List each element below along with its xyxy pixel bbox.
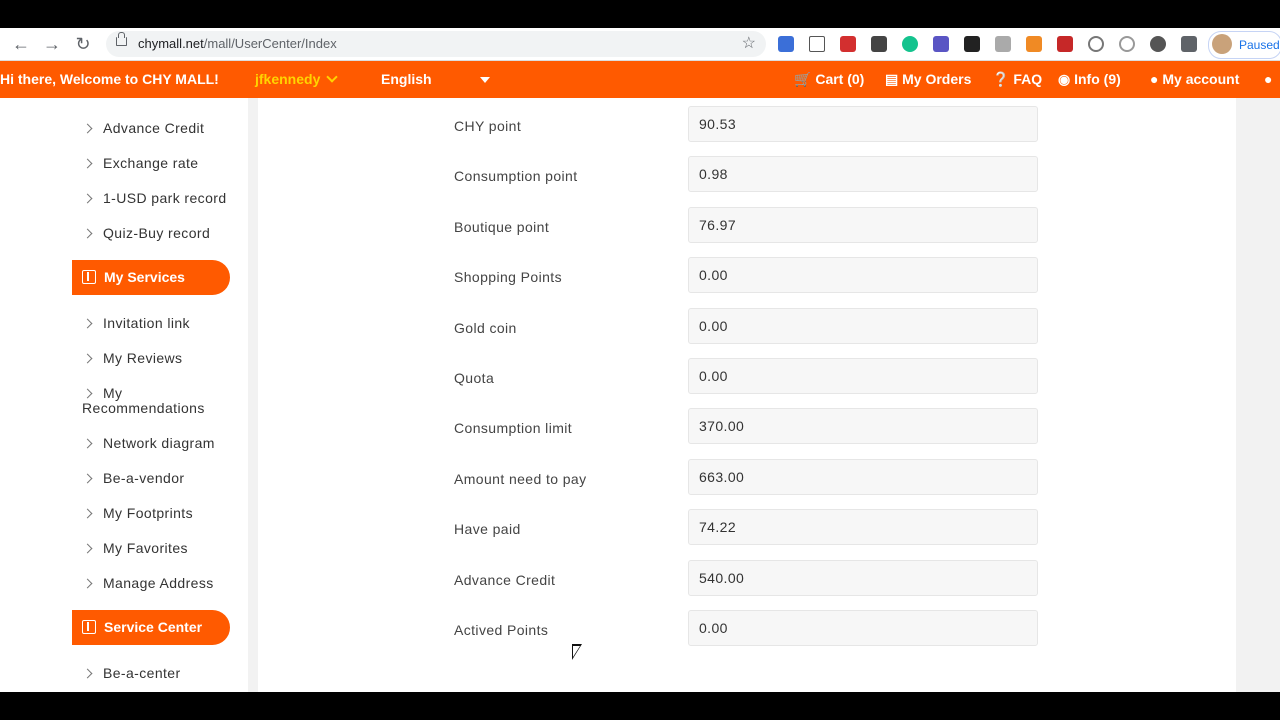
metamask-icon[interactable] (1026, 36, 1042, 52)
quota-field[interactable] (688, 358, 1038, 394)
sidebar-item-my-favorites[interactable]: My Favorites (82, 540, 188, 556)
back-icon[interactable]: ← (9, 32, 33, 56)
points-label: CHY point (454, 118, 522, 134)
chevron-right-icon (82, 318, 93, 329)
sidebar-item-usd-park-record[interactable]: 1-USD park record (82, 190, 227, 206)
sidebar-item-be-a-center[interactable]: Be-a-center (82, 665, 181, 681)
forward-icon[interactable]: → (40, 32, 64, 56)
sidebar-item-my-reviews[interactable]: My Reviews (82, 350, 182, 366)
points-label: Consumption point (454, 168, 578, 184)
points-label: Quota (454, 370, 495, 386)
chevron-right-icon (82, 353, 93, 364)
boutique-point-field[interactable] (688, 207, 1038, 243)
sidebar-item-invitation-link[interactable]: Invitation link (82, 315, 190, 331)
language-selector[interactable]: English (381, 61, 490, 98)
orders-link[interactable]: ▤ My Orders (885, 61, 971, 98)
site-header: Hi there, Welcome to CHY MALL! jfkennedy… (0, 61, 1280, 98)
home-icon[interactable] (809, 36, 825, 52)
user-icon-extra[interactable]: ● (1264, 61, 1272, 98)
actived-points-field[interactable] (688, 610, 1038, 646)
sidebar-item-my-footprints[interactable]: My Footprints (82, 505, 193, 521)
grammarly-icon[interactable] (902, 36, 918, 52)
points-label: Gold coin (454, 320, 517, 336)
chevron-right-icon (82, 668, 93, 679)
sidebar-item-my-recommendations[interactable]: My (82, 385, 122, 401)
caret-down-icon (479, 77, 490, 84)
browser-window: ← → ↻ chymall.net/mall/UserCenter/Index … (0, 28, 1280, 692)
chevron-right-icon (82, 543, 93, 554)
points-label: Have paid (454, 521, 521, 537)
sidebar-header-my-services[interactable]: My Services (72, 260, 230, 295)
extension-icon-6[interactable] (933, 36, 949, 52)
lock-icon (116, 32, 127, 46)
user-icon: ● (1150, 71, 1159, 87)
extension-icon-12[interactable] (1119, 36, 1135, 52)
chevron-right-icon (82, 228, 93, 239)
cart-link[interactable]: 🛒 Cart (0) (794, 61, 864, 98)
chevron-right-icon (82, 473, 93, 484)
gold-coin-field[interactable] (688, 308, 1038, 344)
extensions-puzzle-icon[interactable] (1181, 36, 1197, 52)
username-dropdown[interactable]: jfkennedy (255, 61, 339, 98)
browser-toolbar: ← → ↻ chymall.net/mall/UserCenter/Index … (0, 28, 1280, 61)
pdf-extension-icon[interactable] (840, 36, 856, 52)
chevron-right-icon (82, 508, 93, 519)
sidebar-item-my-recommendations-line2[interactable]: Recommendations (82, 400, 205, 416)
profile-button[interactable]: Paused (1208, 31, 1280, 59)
globe-icon: ◉ (1058, 71, 1071, 87)
address-bar[interactable]: chymall.net/mall/UserCenter/Index ☆ (106, 31, 766, 57)
book-icon (82, 620, 96, 634)
extension-icon-1[interactable] (778, 36, 794, 52)
account-link[interactable]: ● My account (1150, 61, 1239, 98)
reload-icon[interactable]: ↻ (71, 32, 95, 56)
sidebar: Advance Credit Exchange rate 1-USD park … (0, 98, 248, 692)
amount-need-to-pay-field[interactable] (688, 459, 1038, 495)
mouse-cursor-icon (572, 644, 582, 660)
sidebar-item-advance-credit[interactable]: Advance Credit (82, 120, 204, 136)
chevron-right-icon (82, 123, 93, 134)
cart-icon: 🛒 (794, 71, 812, 87)
points-label: Boutique point (454, 219, 550, 235)
have-paid-field[interactable] (688, 509, 1038, 545)
sidebar-header-service-center[interactable]: Service Center (72, 610, 230, 645)
orders-icon: ▤ (885, 71, 899, 87)
consumption-point-field[interactable] (688, 156, 1038, 192)
question-icon: ❔ (992, 71, 1010, 87)
extension-icon-10[interactable] (1057, 36, 1073, 52)
shopping-points-field[interactable] (688, 257, 1038, 293)
avatar (1212, 34, 1232, 54)
sidebar-item-manage-address[interactable]: Manage Address (82, 575, 214, 591)
info-link[interactable]: ◉ Info (9) (1058, 61, 1121, 98)
welcome-text: Hi there, Welcome to CHY MALL! (0, 71, 219, 87)
chevron-right-icon (82, 193, 93, 204)
url-text: chymall.net/mall/UserCenter/Index (138, 36, 337, 51)
extension-icon-8[interactable] (995, 36, 1011, 52)
mail-extension-icon[interactable] (871, 36, 887, 52)
chy-point-field[interactable] (688, 106, 1038, 142)
points-label: Consumption limit (454, 420, 573, 436)
faq-link[interactable]: ❔ FAQ (992, 61, 1042, 98)
sidebar-item-quiz-buy-record[interactable]: Quiz-Buy record (82, 225, 210, 241)
chevron-right-icon (82, 578, 93, 589)
chevron-right-icon (82, 158, 93, 169)
points-label: Advance Credit (454, 572, 556, 588)
chevron-right-icon (82, 438, 93, 449)
points-label: Shopping Points (454, 269, 562, 285)
chevron-right-icon (82, 388, 93, 399)
profile-status: Paused (1239, 38, 1280, 52)
extension-icon-7[interactable] (964, 36, 980, 52)
book-icon (82, 270, 96, 284)
points-label: Amount need to pay (454, 471, 587, 487)
consumption-limit-field[interactable] (688, 408, 1038, 444)
sidebar-item-network-diagram[interactable]: Network diagram (82, 435, 215, 451)
advance-credit-field[interactable] (688, 560, 1038, 596)
extension-icon-13[interactable] (1150, 36, 1166, 52)
extension-icon-11[interactable] (1088, 36, 1104, 52)
bookmark-star-icon[interactable]: ☆ (742, 31, 756, 57)
points-label: Actived Points (454, 622, 549, 638)
sidebar-item-exchange-rate[interactable]: Exchange rate (82, 155, 198, 171)
chevron-down-icon (326, 71, 339, 83)
sidebar-item-be-a-vendor[interactable]: Be-a-vendor (82, 470, 184, 486)
